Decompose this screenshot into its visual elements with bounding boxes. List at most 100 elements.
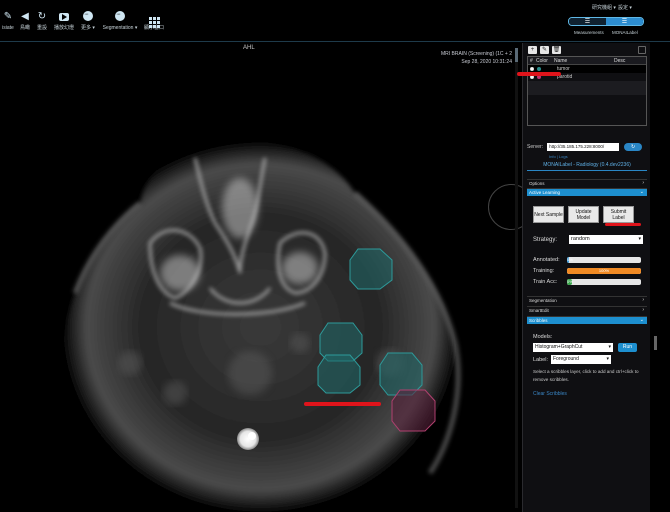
section-options[interactable]: Options › <box>527 179 647 187</box>
section-smartedit-label: SmartEdit <box>529 308 549 313</box>
measurements-toggle[interactable]: ☰ <box>569 18 606 25</box>
trash-icon: 🗑 <box>552 47 561 53</box>
edit-segment-button[interactable]: ✎ <box>540 46 549 54</box>
server-connect-button[interactable]: ↻ <box>624 143 643 151</box>
server-url-input[interactable] <box>547 143 620 151</box>
training-progress-fill: 100% <box>567 268 641 274</box>
label-select[interactable]: Foreground ▾ <box>551 355 611 364</box>
update-model-button[interactable]: Update Model <box>568 206 599 223</box>
train-acc-label: Train Acc: <box>533 279 558 285</box>
section-options-label: Options <box>529 181 545 186</box>
section-smartedit[interactable]: SmartEdit › <box>527 306 647 314</box>
section-scribbles[interactable]: Scribbles ⌄ <box>527 316 647 324</box>
panel-switch: ☰ ☰ <box>568 17 644 26</box>
label-label: Label: <box>533 356 548 363</box>
strategy-label: Strategy: <box>533 236 558 243</box>
annotated-row: Annotated: 0% <box>533 257 643 263</box>
chevron-down-icon: ▾ <box>638 236 642 242</box>
section-active-learning[interactable]: Active Learning ⌄ <box>527 188 647 196</box>
clear-scribbles-link[interactable]: Clear Scribbles <box>533 391 567 397</box>
chevron-right-icon: › <box>642 297 644 303</box>
tool-layout[interactable]: 顯示窗口 <box>134 10 174 32</box>
strategy-select[interactable]: random ▾ <box>569 235 644 244</box>
measurements-label: Measurements <box>574 30 604 35</box>
edit-icon: ✎ <box>541 47 548 53</box>
models-label: Models: <box>533 334 553 340</box>
annotation-red-underline <box>304 402 381 406</box>
segments-table-header: # Color Name Desc <box>528 57 646 65</box>
panel-collapse-button[interactable] <box>638 46 646 54</box>
tool-segmentation-label: Segmentation ▾ <box>102 25 138 31</box>
segments-table: # Color Name Desc tumor parotid <box>527 56 647 126</box>
training-progress-bar: 100% <box>567 268 641 274</box>
delete-segment-button[interactable]: 🗑 <box>552 46 561 54</box>
refresh-icon: ↻ <box>631 144 636 150</box>
top-toolbar: ✎ isiate ◀ 鳥瞰 ↻ 重設 播放幻燈 更多 ▾ Segmentatio… <box>0 0 670 42</box>
chevron-down-icon: ⌄ <box>639 189 644 195</box>
mri-scan-image <box>63 142 461 512</box>
chevron-down-icon: ⌄ <box>639 317 644 323</box>
next-sample-button[interactable]: Next Sample <box>533 206 564 223</box>
annotated-progress-bar: 0% <box>567 257 641 263</box>
segment-color-swatch[interactable] <box>537 67 541 71</box>
chevron-down-icon: ▾ <box>606 356 609 362</box>
model-select[interactable]: Histogram+GraphCut ▾ <box>533 343 613 352</box>
slice-scrollbar-thumb[interactable] <box>515 48 518 62</box>
list-icon: ☰ <box>584 19 591 25</box>
active-learning-buttons: Next Sample Update Model Submit Label <box>533 206 634 223</box>
monailabel-label: MONAILabel <box>612 30 638 35</box>
annotated-progress-fill: 0% <box>567 257 573 263</box>
scribbles-help-text: Select a scribbles layer, click to add a… <box>533 369 639 382</box>
col-desc: Desc <box>614 57 626 64</box>
submit-label-button[interactable]: Submit Label <box>603 206 634 223</box>
training-label: Training: <box>533 268 555 274</box>
annotation-red-underline <box>605 223 641 226</box>
chevron-right-icon: › <box>642 307 644 313</box>
strategy-row: Strategy: random ▾ <box>533 235 644 244</box>
scan-info-overlay: MRI BRAIN (Screening) (1C + 2 Sep 28, 20… <box>441 50 512 66</box>
panel-edge <box>650 43 670 512</box>
annotated-label: Annotated: <box>533 257 560 263</box>
language-menu[interactable]: 設定 ▾ <box>618 4 632 11</box>
more-icon <box>83 8 93 21</box>
layout-grid-icon <box>148 17 160 28</box>
server-info-links[interactable]: Info | Logs <box>549 154 568 159</box>
scribbles-section: Models: Histogram+GraphCut ▾ Run Label: F… <box>533 334 643 397</box>
server-label: Server: <box>527 144 544 150</box>
section-segmentation[interactable]: Segmentation › <box>527 296 647 304</box>
server-row: Server: ↻ <box>527 142 647 152</box>
models-row: Histogram+GraphCut ▾ Run <box>533 343 637 352</box>
monailabel-panel: + ✎ 🗑 # Color Name Desc tumor parotid Se… <box>517 43 650 512</box>
annotation-red-underline <box>517 72 561 76</box>
orientation-marker-top: AHL <box>243 45 255 51</box>
section-segmentation-label: Segmentation <box>529 298 557 303</box>
run-button[interactable]: Run <box>618 343 637 352</box>
label-value: Foreground <box>553 356 579 362</box>
training-row: Training: 100% <box>533 268 643 274</box>
monailabel-toggle[interactable]: ☰ <box>606 18 643 25</box>
user-menu[interactable]: 研究機組 ▾ <box>592 4 616 11</box>
strategy-value: random <box>571 236 590 242</box>
slice-scrollbar[interactable] <box>515 48 518 508</box>
image-viewport[interactable]: AHL MRI BRAIN (Screening) (1C + 2 Sep 28… <box>0 43 522 512</box>
section-active-learning-label: Active Learning <box>529 190 561 195</box>
segmentation-icon <box>115 8 125 21</box>
tool-more-label: 更多 ▾ <box>81 25 95 31</box>
train-acc-progress-bar: 0% <box>567 279 641 285</box>
col-name: Name <box>554 57 568 64</box>
chevron-down-icon: ▾ <box>608 344 611 350</box>
monailabel-app-title[interactable]: MONAILabel - Radiology (0.4.dev2236) <box>527 162 647 171</box>
segment-tools: + ✎ 🗑 <box>528 46 561 54</box>
list-icon: ☰ <box>621 19 628 25</box>
col-color: Color <box>536 57 548 64</box>
model-value: Histogram+GraphCut <box>535 344 583 350</box>
add-segment-button[interactable]: + <box>528 46 537 54</box>
panel-resize-handle[interactable] <box>654 336 657 350</box>
train-acc-progress-fill: 0% <box>567 279 573 285</box>
section-scribbles-label: Scribbles <box>529 318 548 323</box>
study-description: MRI BRAIN (Screening) (1C + 2 <box>441 51 512 57</box>
study-date: Sep 28, 2020 10:31:24 <box>461 59 512 65</box>
label-row: Label: Foreground ▾ <box>533 355 611 364</box>
chevron-right-icon: › <box>642 180 644 186</box>
segment-radio[interactable] <box>530 67 534 71</box>
